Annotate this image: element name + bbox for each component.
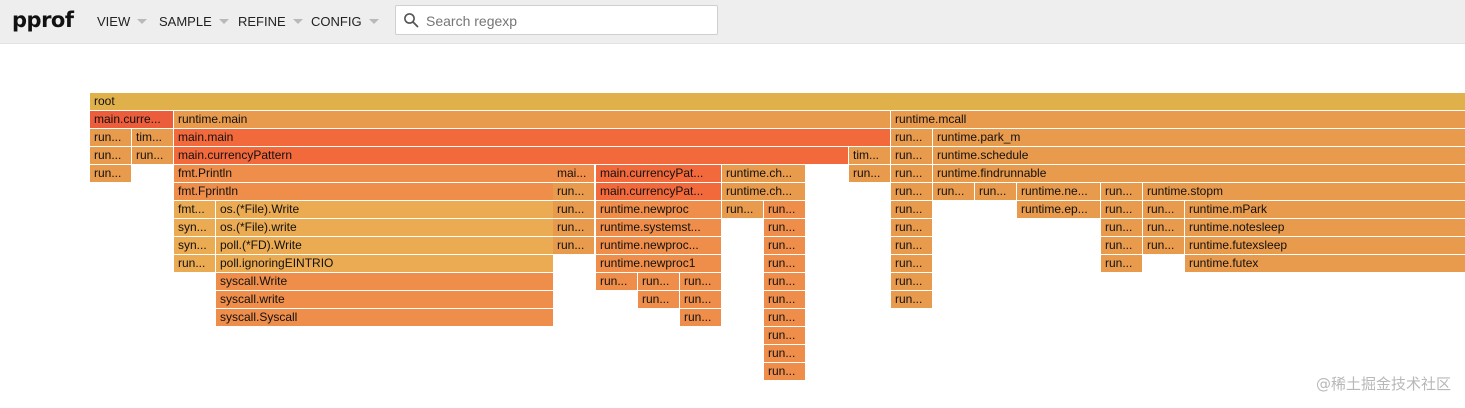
flame-frame[interactable]: fmt.Println [174,165,553,182]
flame-frame[interactable]: main.currencyPat... [596,165,721,182]
flame-frame[interactable]: run... [891,273,932,290]
flame-frame[interactable]: runtime.mcall [891,111,1465,128]
flame-frame[interactable]: run... [596,273,637,290]
flame-frame[interactable]: syn... [174,219,215,236]
flame-frame[interactable]: syscall.Syscall [216,309,553,326]
flame-frame[interactable]: run... [764,255,805,272]
flame-frame[interactable]: run... [680,273,721,290]
flame-frame[interactable]: run... [891,237,932,254]
flame-frame[interactable]: run... [764,201,805,218]
flame-frame[interactable]: main.currencyPat... [596,183,721,200]
flame-frame[interactable]: tim... [849,147,890,164]
flame-frame[interactable]: run... [891,201,932,218]
flame-frame[interactable]: runtime.ne... [1017,183,1100,200]
flame-frame[interactable]: run... [891,291,932,308]
flame-frame[interactable]: run... [1101,183,1142,200]
flame-frame[interactable]: runtime.stopm [1143,183,1465,200]
flame-frame[interactable]: run... [764,309,805,326]
flame-frame[interactable]: run... [680,309,721,326]
flame-frame[interactable]: syn... [174,237,215,254]
flame-frame[interactable]: run... [90,147,131,164]
flame-frame[interactable]: runtime.ch... [722,183,805,200]
flame-frame[interactable]: run... [933,183,974,200]
flame-frame[interactable]: runtime.newproc1 [596,255,721,272]
flame-frame[interactable]: runtime.schedule [933,147,1465,164]
flame-frame[interactable]: run... [891,219,932,236]
flame-frame[interactable]: run... [1143,219,1184,236]
flame-frame[interactable]: run... [174,255,215,272]
flame-frame[interactable]: run... [553,183,594,200]
flame-frame[interactable]: runtime.park_m [933,129,1465,146]
flame-frame[interactable]: runtime.findrunnable [933,165,1465,182]
flame-frame[interactable]: mai... [553,165,594,182]
flame-frame[interactable]: run... [891,147,932,164]
flame-frame[interactable]: run... [764,219,805,236]
flame-frame[interactable]: run... [764,345,805,362]
flame-frame[interactable]: run... [553,237,594,254]
flame-frame[interactable]: runtime.futex [1185,255,1465,272]
flame-frame[interactable]: syscall.Write [216,273,553,290]
flame-frame[interactable]: run... [849,165,890,182]
flame-frame[interactable]: run... [891,183,932,200]
flame-frame[interactable]: runtime.systemst... [596,219,721,236]
flame-frame[interactable]: runtime.newproc [596,201,721,218]
flame-frame[interactable]: runtime.ch... [722,165,805,182]
flame-frame[interactable]: fmt... [174,201,215,218]
flame-frame[interactable]: run... [764,363,805,380]
flame-frame[interactable]: fmt.Fprintln [174,183,553,200]
flame-frame[interactable]: run... [975,183,1016,200]
flame-frame[interactable]: main.currencyPattern [174,147,848,164]
flame-frame[interactable]: run... [638,291,679,308]
flame-frame[interactable]: runtime.newproc... [596,237,721,254]
flame-frame[interactable]: tim... [132,129,173,146]
flame-frame[interactable]: run... [891,129,932,146]
flame-frame[interactable]: run... [764,273,805,290]
flame-frame[interactable]: run... [891,255,932,272]
flame-frame[interactable]: run... [1101,219,1142,236]
flame-frame[interactable]: poll.ignoringEINTRIO [216,255,553,272]
flame-frame[interactable]: run... [90,165,131,182]
flame-frame[interactable]: runtime.notesleep [1185,219,1465,236]
flame-frame[interactable]: run... [764,291,805,308]
flame-frame[interactable]: run... [553,219,594,236]
watermark: @稀土掘金技术社区 [1315,375,1451,393]
flame-frame[interactable]: run... [891,165,932,182]
flame-frame[interactable]: run... [1101,237,1142,254]
flame-frame[interactable]: run... [1101,255,1142,272]
flame-frame[interactable]: run... [764,327,805,344]
flame-frame[interactable]: main.main [174,129,890,146]
flame-frame[interactable]: run... [1101,201,1142,218]
flame-frame[interactable]: os.(*File).Write [216,201,553,218]
flame-frame[interactable]: run... [1143,201,1184,218]
flame-frame[interactable]: root [90,93,1465,110]
flame-frame[interactable]: runtime.mPark [1185,201,1465,218]
flame-frame[interactable]: run... [1143,237,1184,254]
flame-frame[interactable]: runtime.ep... [1017,201,1100,218]
flame-frame[interactable]: run... [553,201,594,218]
flame-frame[interactable]: poll.(*FD).Write [216,237,553,254]
flame-frame[interactable]: runtime.futexsleep [1185,237,1465,254]
flame-frame[interactable]: os.(*File).write [216,219,553,236]
flame-frame[interactable]: run... [90,129,131,146]
flame-frame[interactable]: run... [764,237,805,254]
flame-frame[interactable]: runtime.main [174,111,890,128]
flame-frame[interactable]: run... [132,147,173,164]
flame-graph: root main.curre... runtime.main runtime.mca… [0,0,1465,408]
flame-frame[interactable]: syscall.write [216,291,553,308]
flame-frame[interactable]: main.curre... [90,111,173,128]
flame-frame[interactable]: run... [680,291,721,308]
flame-frame[interactable]: run... [722,201,763,218]
flame-frame[interactable]: run... [638,273,679,290]
